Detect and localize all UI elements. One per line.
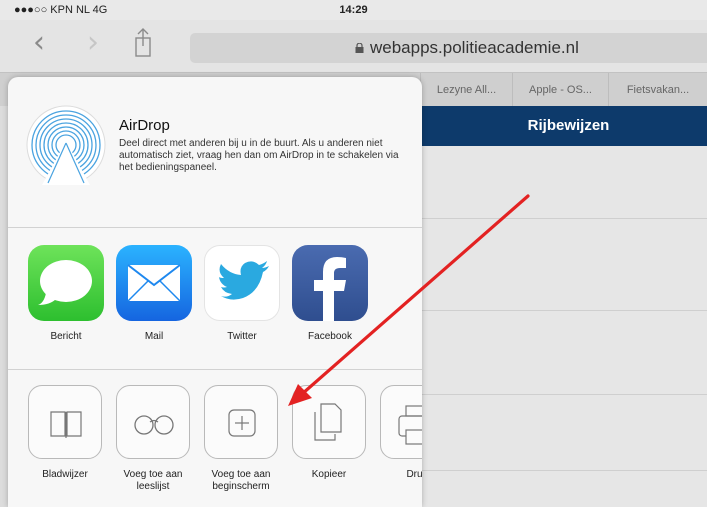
list-divider	[420, 394, 707, 395]
action-label: Kopieer	[311, 469, 347, 480]
page-left-edge	[0, 106, 8, 507]
lock-icon	[355, 43, 364, 53]
app-label: Bericht	[50, 331, 82, 342]
back-button[interactable]: ‹	[24, 28, 54, 58]
add-home-icon	[204, 385, 278, 459]
url-text: webapps.politieacademie.nl	[370, 38, 579, 57]
bookmark-item[interactable]: Apple - OS...	[512, 73, 608, 107]
mail-icon	[116, 245, 192, 321]
bookmark-icon	[28, 385, 102, 459]
bookmark-item[interactable]: Fietsvakan...	[608, 73, 707, 107]
page-title: Rijbewijzen	[527, 117, 610, 134]
share-sheet: AirDrop Deel direct met anderen bij u in…	[8, 77, 422, 507]
action-reading-list[interactable]: Voeg toe aan leeslijst	[116, 385, 192, 492]
print-icon	[380, 385, 422, 459]
airdrop-title: AirDrop	[119, 117, 170, 134]
list-divider	[420, 470, 707, 471]
share-icon	[135, 28, 151, 57]
clock: 14:29	[339, 4, 368, 16]
forward-button[interactable]: ›	[78, 28, 108, 58]
reading-list-icon	[116, 385, 190, 459]
airdrop-section[interactable]: AirDrop Deel direct met anderen bij u in…	[8, 77, 422, 227]
address-bar[interactable]: webapps.politieacademie.nl	[190, 33, 707, 63]
airdrop-description: Deel direct met anderen bij u in de buur…	[119, 138, 399, 173]
app-mail[interactable]: Mail	[116, 245, 196, 345]
status-bar: ●●●○○ KPN NL 4G 14:29	[0, 0, 707, 20]
action-label: Voeg toe aan beginscherm	[211, 469, 271, 492]
action-label: Voeg toe aan leeslijst	[123, 469, 183, 492]
share-button[interactable]	[128, 26, 158, 62]
action-print[interactable]: Druk	[380, 385, 422, 485]
action-label: Druk	[406, 469, 422, 480]
twitter-icon	[204, 245, 280, 321]
messages-icon	[28, 245, 104, 321]
app-twitter[interactable]: Twitter	[204, 245, 284, 345]
action-label: Bladwijzer	[42, 469, 88, 480]
app-label: Twitter	[227, 331, 257, 342]
app-facebook[interactable]: Facebook	[292, 245, 372, 345]
list-divider	[420, 310, 707, 311]
airdrop-icon	[26, 105, 106, 185]
copy-icon	[292, 385, 366, 459]
app-messages[interactable]: Bericht	[28, 245, 108, 345]
section-divider	[8, 227, 422, 228]
app-label: Facebook	[308, 331, 352, 342]
action-copy[interactable]: Kopieer	[292, 385, 368, 485]
bookmark-item[interactable]: Lezyne All...	[420, 73, 512, 107]
browser-toolbar: ‹ › webapps.politieacademie.nl	[0, 20, 707, 72]
section-divider	[8, 369, 422, 370]
app-label: Mail	[144, 331, 164, 342]
facebook-icon	[292, 245, 368, 321]
action-bookmark[interactable]: Bladwijzer	[28, 385, 104, 485]
action-add-to-home[interactable]: Voeg toe aan beginscherm	[204, 385, 280, 492]
list-divider	[420, 218, 707, 219]
